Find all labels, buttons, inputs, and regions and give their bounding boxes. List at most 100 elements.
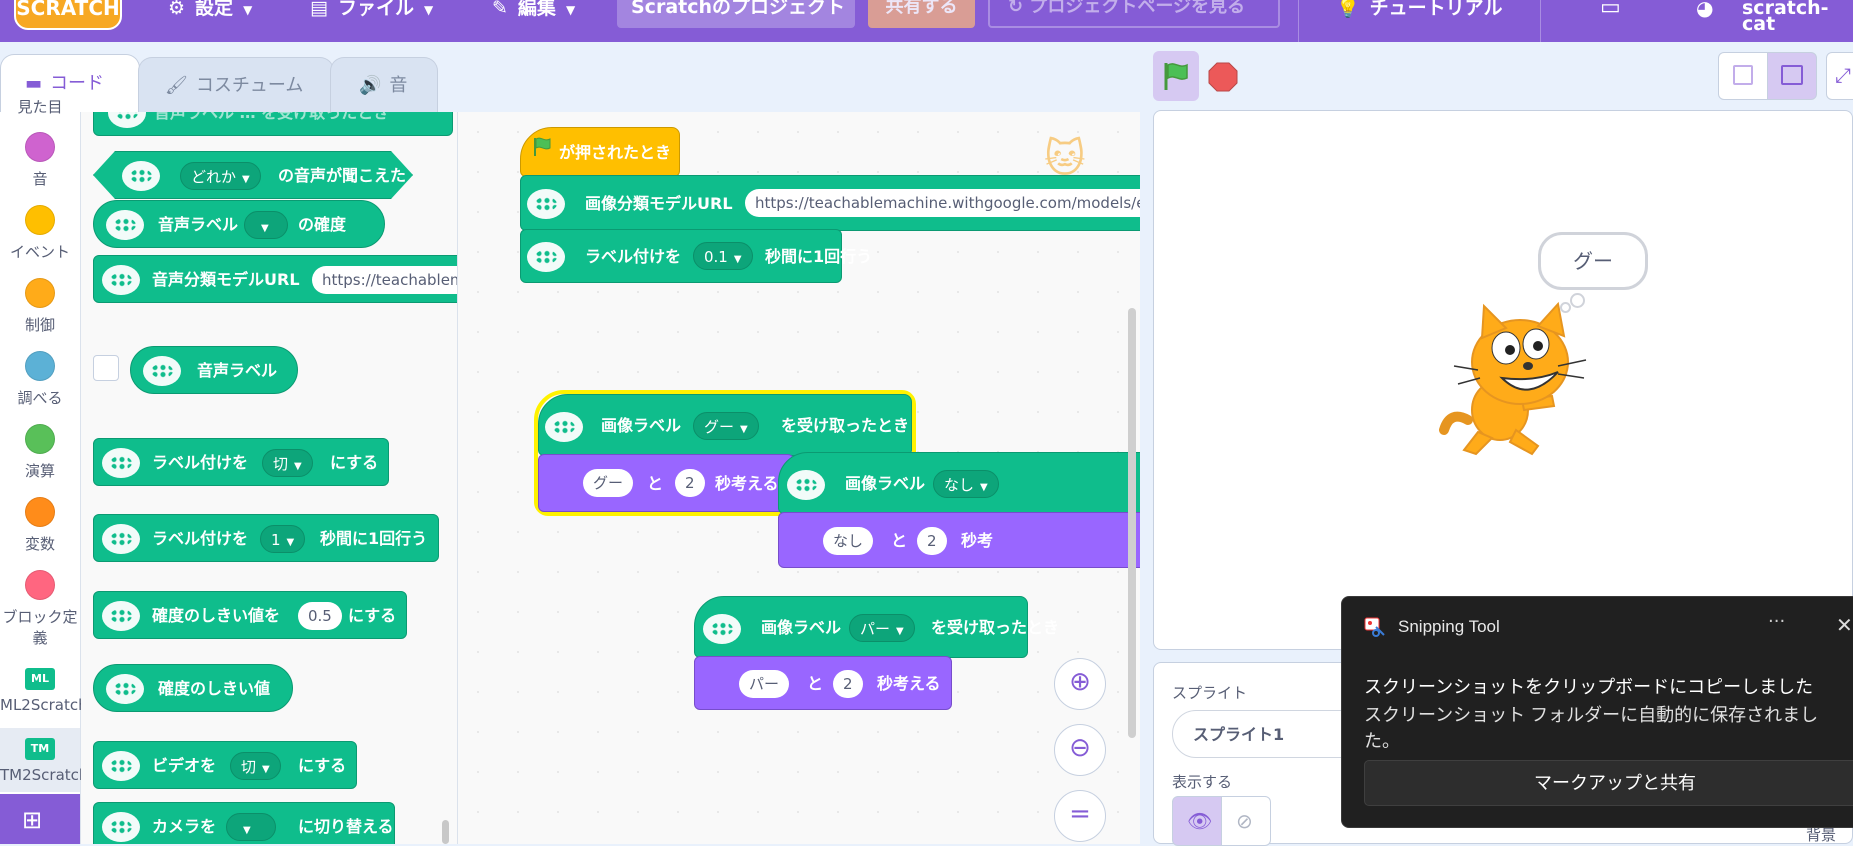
palette-block-when-sound-label[interactable]: 音声ラベル … を受け取ったとき	[93, 112, 453, 136]
my-stuff-icon[interactable]: ▭	[1600, 0, 1621, 22]
category-control[interactable]: 制御	[0, 278, 80, 335]
more-options-icon[interactable]: ···	[1768, 611, 1785, 632]
category-tm2scratch[interactable]: TM TM2Scratch	[0, 728, 88, 792]
image-label-dropdown[interactable]: なし ▼	[933, 470, 999, 498]
edit-menu[interactable]: ✎ 編集 ▼	[492, 0, 575, 22]
think-seconds-input[interactable]: 2	[675, 469, 705, 497]
category-ml2scratch[interactable]: ML ML2Scratch	[0, 668, 88, 714]
fullscreen-button[interactable]: ⤢	[1826, 52, 1853, 100]
threshold-input[interactable]: 0.5	[298, 602, 342, 630]
cat-sprite[interactable]	[1438, 300, 1590, 460]
palette-block-sound-confidence[interactable]: 音声ラベル ▼ の確度	[93, 200, 385, 248]
dropdown-value: グー	[704, 418, 735, 436]
zoom-out-icon: ⊖	[1069, 733, 1091, 763]
project-title-input[interactable]: Scratchのプロジェクト	[617, 0, 855, 28]
sound-model-url-input[interactable]: https://teachablem	[312, 266, 457, 294]
block-label: にする	[330, 453, 379, 472]
notification-body: スクリーンショット フォルダーに自動的に保存されました。	[1364, 705, 1819, 751]
think-for-seconds-block[interactable]: なしと 2 秒考	[778, 512, 1140, 568]
think-message-input[interactable]: グー	[583, 469, 634, 497]
palette-block-labeling-interval[interactable]: ラベル付けを 1 ▼ 秒間に1回行う	[93, 514, 439, 562]
tab-sound-label: 音	[389, 75, 408, 96]
zoom-reset-button[interactable]: =	[1054, 790, 1106, 842]
block-label: 秒間に1回行う	[765, 247, 873, 266]
think-seconds-input[interactable]: 2	[833, 670, 863, 698]
zoom-in-button[interactable]: ⊕	[1054, 658, 1106, 710]
normal-stage-button[interactable]	[1767, 52, 1817, 100]
category-operators[interactable]: 演算	[0, 424, 80, 481]
notification-app-name: Snipping Tool	[1398, 617, 1500, 636]
image-model-url-input[interactable]: https://teachablemachine.withgoogle.com/…	[745, 189, 1140, 217]
palette-block-video-toggle[interactable]: ビデオを切 ▼ にする	[93, 741, 357, 789]
palette-scrollbar[interactable]	[442, 820, 449, 844]
block-label: と	[647, 474, 664, 493]
tab-sound[interactable]: 🔊 音	[330, 57, 438, 112]
show-sprite-button[interactable]: 👁	[1172, 796, 1222, 846]
think-message-input[interactable]: パー	[739, 670, 790, 698]
hide-sprite-button[interactable]: ⊘	[1221, 796, 1271, 846]
category-my-blocks[interactable]: ブロック定義	[0, 570, 80, 648]
palette-block-sound-model-url[interactable]: 音声分類モデルURL https://teachablem	[93, 255, 457, 303]
when-image-label-received-block[interactable]: 画像ラベル グー ▼ を受け取ったとき	[538, 394, 912, 456]
settings-menu[interactable]: ⚙ 設定 ▼	[168, 0, 252, 22]
close-icon[interactable]: ✕	[1836, 613, 1853, 637]
small-stage-button[interactable]	[1718, 52, 1768, 100]
labeling-interval-dropdown[interactable]: 1 ▼	[260, 525, 306, 553]
settings-label: 設定	[195, 0, 234, 19]
palette-block-sound-label[interactable]: 音声ラベル	[130, 346, 298, 394]
palette-block-sound-heard[interactable]: どれか ▼ の音声が聞こえた	[93, 151, 413, 199]
workspace-scrollbar[interactable]	[1128, 308, 1136, 738]
think-for-seconds-block[interactable]: パーと 2 秒考える	[694, 656, 952, 710]
block-label: 秒考える	[877, 674, 941, 693]
think-for-seconds-block[interactable]: グーと 2 秒考える	[538, 454, 794, 512]
category-events[interactable]: イベント	[0, 205, 80, 262]
think-seconds-input[interactable]: 2	[917, 527, 947, 555]
when-image-label-received-block[interactable]: 画像ラベル パー ▼ を受け取ったとき	[694, 596, 1059, 658]
set-image-model-url-block[interactable]: 画像分類モデルURL https://teachablemachine.withg…	[520, 175, 1140, 231]
labeling-toggle-dropdown[interactable]: 切 ▼	[262, 449, 313, 477]
when-image-label-received-block[interactable]: 画像ラベル なし ▼	[778, 452, 1140, 514]
category-sensing[interactable]: 調べる	[0, 351, 80, 408]
stop-icon	[1208, 62, 1238, 92]
labeling-interval-block[interactable]: ラベル付けを 0.1 ▼ 秒間に1回行う	[520, 229, 872, 283]
username[interactable]: scratch-cat	[1742, 0, 1853, 34]
tm2scratch-icon	[102, 265, 140, 295]
block-label: の音声が聞こえた	[278, 166, 407, 185]
camera-dropdown[interactable]: ▼	[226, 813, 276, 841]
palette-block-switch-camera[interactable]: カメラを ▼ に切り替える	[93, 802, 395, 844]
avatar[interactable]: ◕	[1696, 0, 1713, 22]
image-label-dropdown[interactable]: グー ▼	[693, 412, 759, 440]
stop-button[interactable]	[1208, 62, 1238, 92]
category-sound[interactable]: 音	[0, 132, 80, 189]
project-page-button[interactable]: ↻ プロジェクトページを見る	[988, 0, 1280, 28]
interval-dropdown[interactable]: 0.1 ▼	[693, 242, 753, 270]
sound-label-monitor-checkbox[interactable]	[93, 355, 119, 381]
markup-and-share-button[interactable]: マークアップと共有	[1364, 760, 1853, 806]
zoom-out-button[interactable]: ⊖	[1054, 724, 1106, 776]
file-menu[interactable]: ▤ ファイル ▼	[310, 0, 433, 22]
block-label: ラベル付けを	[152, 453, 249, 472]
video-toggle-dropdown[interactable]: 切 ▼	[230, 752, 281, 780]
tutorial-button[interactable]: 💡 チュートリアル	[1336, 0, 1502, 22]
scratch-logo[interactable]: SCRATCH	[14, 0, 122, 30]
palette-block-threshold[interactable]: 確度のしきい値	[93, 664, 293, 712]
sound-label-dropdown[interactable]: ▼	[244, 211, 288, 239]
share-button[interactable]: 共有する	[868, 0, 975, 28]
script-workspace[interactable]: が押されたとき 画像分類モデルURL https://teachablemachi…	[458, 112, 1140, 844]
category-variables[interactable]: 変数	[0, 497, 80, 554]
when-flag-clicked-block[interactable]: が押されたとき	[520, 127, 680, 177]
tab-costume[interactable]: 🖌 コスチューム	[138, 57, 334, 112]
tab-code-label: コード	[50, 73, 105, 94]
add-extension-button[interactable]: ⊞	[0, 794, 80, 844]
category-dot	[25, 132, 55, 162]
zoom-in-icon: ⊕	[1069, 667, 1091, 697]
think-message-input[interactable]: なし	[823, 527, 874, 555]
palette-block-labeling-toggle[interactable]: ラベル付けを切 ▼ にする	[93, 438, 389, 486]
category-looks[interactable]: 見た目	[0, 96, 80, 117]
sound-label-dropdown[interactable]: どれか ▼	[180, 162, 261, 190]
category-label: 調べる	[17, 389, 63, 407]
palette-block-set-threshold[interactable]: 確度のしきい値を 0.5 にする	[93, 591, 407, 639]
category-dot	[25, 278, 55, 308]
image-label-dropdown[interactable]: パー ▼	[849, 614, 915, 642]
green-flag-button[interactable]	[1153, 51, 1199, 101]
